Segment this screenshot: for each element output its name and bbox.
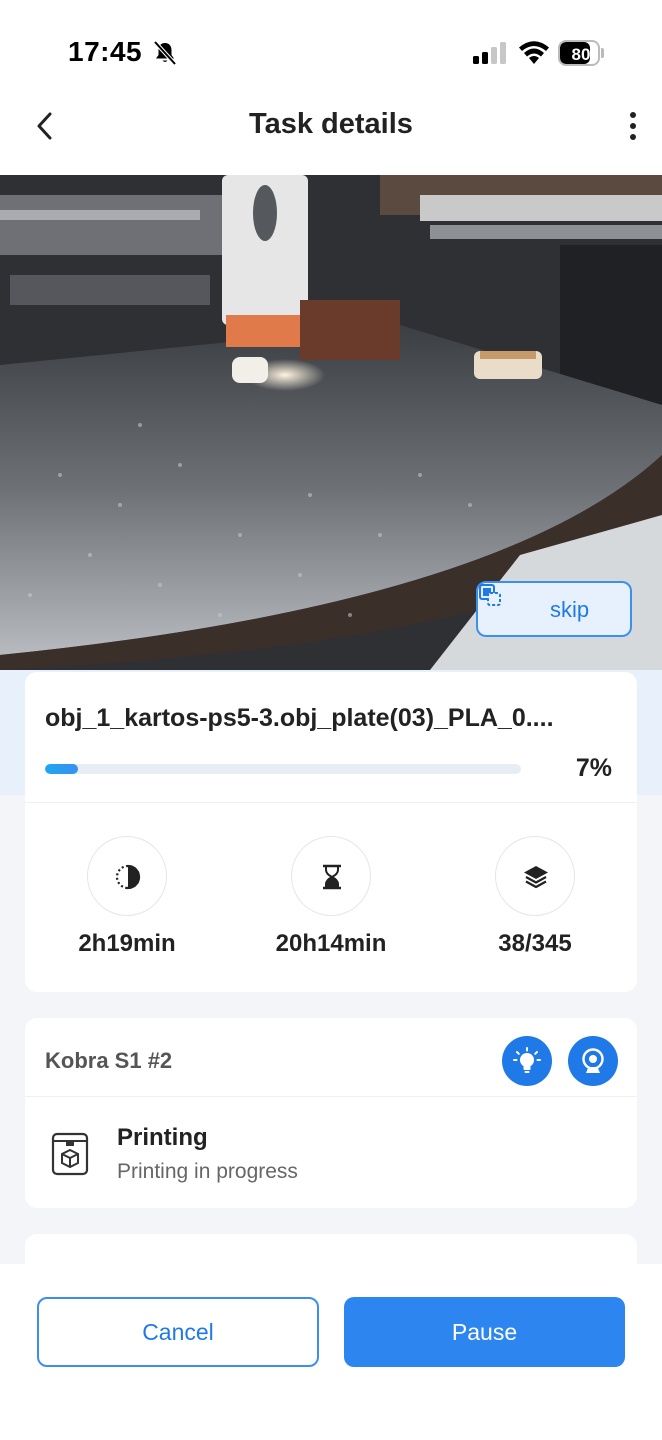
divider (25, 802, 637, 803)
cancel-button[interactable]: Cancel (37, 1297, 319, 1367)
progress-bar-fill (45, 764, 79, 774)
webcam-icon (582, 1048, 604, 1073)
printer-icon (51, 1132, 89, 1176)
progress-bar (45, 764, 521, 774)
wifi-icon (519, 41, 549, 64)
stat-value: 2h19min (78, 930, 176, 957)
job-progress-card: obj_1_kartos-ps5-3.obj_plate(03)_PLA_0..… (25, 672, 637, 992)
battery-icon: 80 (558, 40, 604, 66)
divider (25, 1096, 637, 1097)
status-time: 17:45 (68, 36, 143, 67)
stat-layers: 38/345 (435, 836, 635, 966)
skip-object-icon (479, 584, 501, 606)
lightbulb-icon (513, 1047, 541, 1073)
printer-status-subtitle: Printing in progress (117, 1160, 298, 1183)
elapsed-time-icon (115, 864, 141, 890)
light-toggle-button[interactable] (502, 1036, 552, 1086)
more-vertical-icon[interactable] (618, 108, 648, 144)
skip-label: skip (550, 597, 590, 622)
stat-value: 20h14min (275, 930, 387, 957)
next-card-partial (25, 1234, 637, 1264)
printer-status-title: Printing (117, 1124, 208, 1151)
page-title: Task details (249, 108, 413, 140)
camera-toggle-button[interactable] (568, 1036, 618, 1086)
bell-slash-icon (153, 40, 177, 66)
stat-elapsed-time: 2h19min (27, 836, 227, 966)
camera-feed[interactable]: skip (0, 175, 662, 670)
printer-card: Kobra S1 #2 Printing Printing in progres… (25, 1018, 637, 1208)
stat-value: 38/345 (498, 930, 572, 957)
skip-button[interactable]: skip (476, 581, 632, 637)
status-bar: 17:45 80 (0, 0, 662, 90)
stat-remaining-time: 20h14min (231, 836, 431, 966)
progress-percent: 7% (575, 754, 612, 782)
printer-name: Kobra S1 #2 (45, 1048, 173, 1073)
job-file-name: obj_1_kartos-ps5-3.obj_plate(03)_PLA_0..… (45, 704, 554, 732)
app-header: Task details (0, 90, 662, 175)
bottom-action-bar: Cancel Pause (0, 1264, 662, 1440)
battery-percent: 80 (571, 45, 591, 64)
cellular-signal-icon (473, 42, 506, 64)
pause-button[interactable]: Pause (344, 1297, 625, 1367)
layers-icon (524, 866, 548, 889)
hourglass-icon (323, 864, 341, 890)
